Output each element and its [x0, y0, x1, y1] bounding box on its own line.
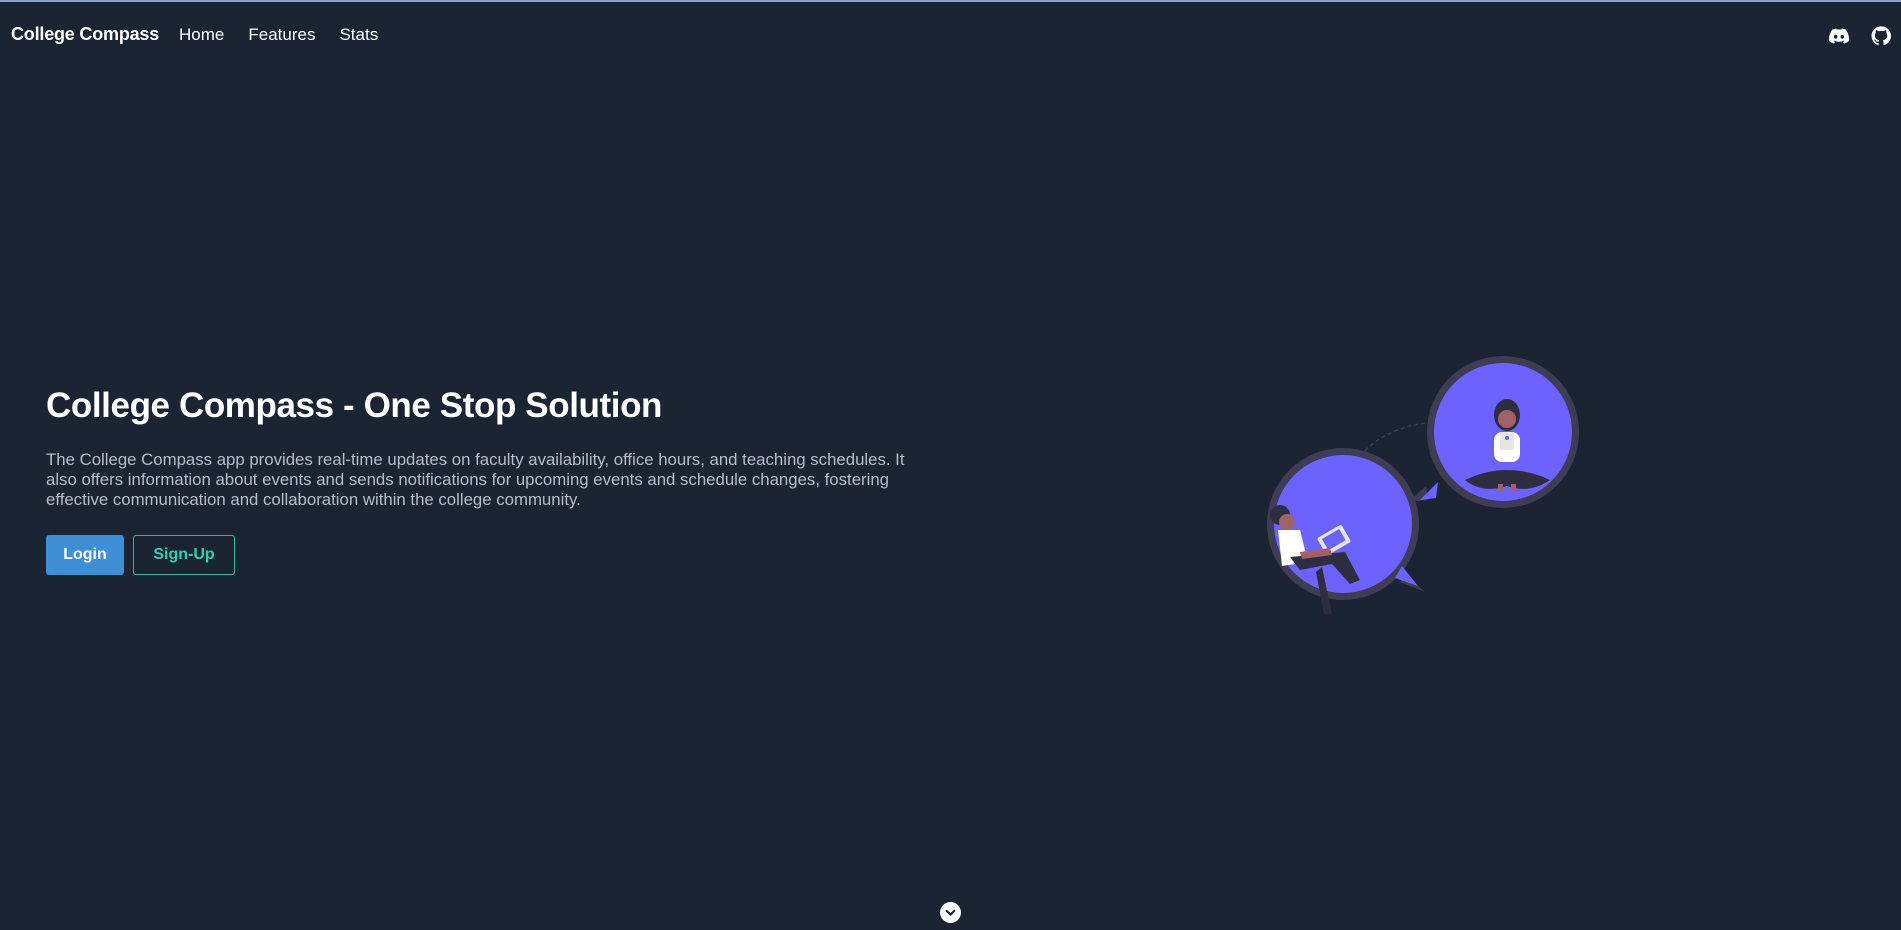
login-button[interactable]: Login — [46, 535, 124, 575]
chat-people-illustration — [1267, 356, 1579, 614]
nav-link-stats[interactable]: Stats — [339, 25, 378, 45]
signup-button[interactable]: Sign-Up — [133, 535, 235, 575]
chevron-down-icon — [945, 909, 956, 916]
nav-link-features[interactable]: Features — [248, 25, 315, 45]
hero-illustration — [1260, 352, 1585, 617]
nav-link-home[interactable]: Home — [179, 25, 224, 45]
discord-icon[interactable] — [1829, 26, 1850, 46]
hero-description: The College Compass app provides real-ti… — [46, 450, 905, 509]
scroll-down-button[interactable] — [940, 902, 961, 923]
brand-logo-link[interactable]: College Compass — [11, 24, 159, 45]
hero-buttons: Login Sign-Up — [46, 535, 235, 575]
github-icon[interactable] — [1871, 26, 1891, 46]
hero-title: College Compass - One Stop Solution — [46, 386, 663, 425]
navbar: College Compass Home Features Stats — [0, 2, 1901, 70]
page: College Compass Home Features Stats Coll… — [0, 0, 1901, 930]
nav-links: Home Features Stats — [179, 25, 378, 45]
nav-icons — [1829, 26, 1891, 46]
